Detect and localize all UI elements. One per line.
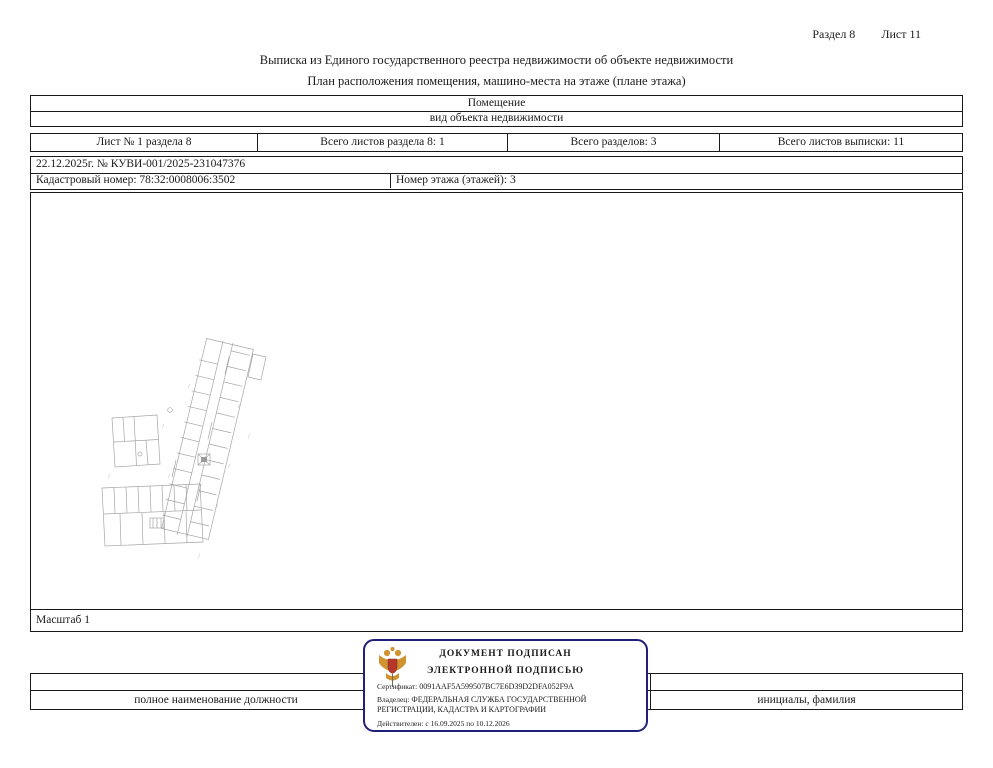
floor-number-cell: Номер этажа (этажей): 3 [390, 174, 962, 188]
sheet-info-table: Лист № 1 раздела 8 Всего листов раздела … [30, 133, 963, 152]
sheet-info-cell: Лист № 1 раздела 8 [31, 134, 257, 151]
certificate-label: Сертификат: [377, 682, 418, 691]
owner-value: ФЕДЕРАЛЬНАЯ СЛУЖБА ГОСУДАРСТВЕННОЙ РЕГИС… [377, 695, 587, 714]
certificate-value: 0091AAF5A599507BC7E6D39D2DFA052F9A [419, 682, 574, 691]
sheet-info-cell: Всего листов раздела 8: 1 [257, 134, 507, 151]
validity-row: Действителен: с 16.09.2025 по 10.12.2026 [377, 719, 638, 728]
sheet-info-cell-text: Всего разделов: 3 [570, 135, 657, 148]
stamp-title-line1: ДОКУМЕНТ ПОДПИСАН [439, 649, 572, 659]
owner-label: Владелец: [377, 695, 410, 704]
object-type-caption: вид объекта недвижимости [429, 111, 564, 124]
scale-label: Масштаб 1 [36, 613, 91, 626]
extract-date-row: 22.12.2025г. № КУВИ-001/2025-231047376 [31, 157, 962, 173]
extract-date-number: 22.12.2025г. № КУВИ-001/2025-231047376 [36, 158, 246, 171]
object-type-table: Помещение вид объекта недвижимости [30, 95, 963, 127]
floor-plan-box: Масштаб 1 [30, 192, 963, 632]
sheet-info-cell: Всего разделов: 3 [507, 134, 719, 151]
owner-row: Владелец: ФЕДЕРАЛЬНАЯ СЛУЖБА ГОСУДАРСТВЕ… [377, 695, 638, 715]
name-label-cell: инициалы, фамилия [650, 691, 962, 710]
certificate-row: Сертификат: 0091AAF5A599507BC7E6D39D2DFA… [377, 682, 638, 692]
name-signature-cell [650, 674, 962, 690]
cadastral-number-cell: Кадастровый номер: 78:32:0008006:3502 [31, 174, 390, 188]
signature-stamp: ДОКУМЕНТ ПОДПИСАН ЭЛЕКТРОННОЙ ПОДПИСЬЮ С… [363, 639, 648, 732]
position-label: полное наименование должности [134, 693, 298, 706]
object-type-row: Помещение [31, 96, 962, 111]
page-corner-labels: Раздел 8 Лист 11 [812, 27, 921, 42]
cadastral-row: Кадастровый номер: 78:32:0008006:3502 Но… [31, 173, 962, 188]
validity-value: с 16.09.2025 по 10.12.2026 [425, 719, 510, 728]
sheet-info-cell: Всего листов выписки: 11 [719, 134, 962, 151]
sheet-info-cell-text: Всего листов раздела 8: 1 [320, 135, 445, 148]
floor-number: Номер этажа (этажей): 3 [396, 174, 516, 187]
document-title: Выписка из Единого государственного реес… [259, 53, 734, 67]
cadastral-number: Кадастровый номер: 78:32:0008006:3502 [36, 174, 236, 187]
floor-plan-drawing [101, 338, 267, 559]
scale-row: Масштаб 1 [31, 609, 962, 631]
document-subtitle: План расположения помещения, машино-мест… [307, 74, 686, 88]
document-page: Раздел 8 Лист 11 Выписка из Единого госу… [0, 0, 993, 768]
validity-label: Действителен: [377, 719, 424, 728]
position-signature-cell [31, 674, 401, 690]
section-label: Раздел 8 [812, 27, 856, 41]
object-type-value: Помещение [467, 96, 526, 109]
sheet-info-cell-text: Лист № 1 раздела 8 [96, 135, 192, 148]
position-label-cell: полное наименование должности [31, 691, 401, 710]
object-type-caption-row: вид объекта недвижимости [31, 111, 962, 125]
details-table: 22.12.2025г. № КУВИ-001/2025-231047376 К… [30, 156, 963, 190]
sheet-info-cell-text: Всего листов выписки: 11 [777, 135, 905, 148]
sheet-label: Лист 11 [881, 27, 921, 41]
sheet-info-row: Лист № 1 раздела 8 Всего листов раздела … [31, 134, 962, 151]
name-label: инициалы, фамилия [757, 693, 856, 706]
stamp-title-line2: ЭЛЕКТРОННОЙ ПОДПИСЬЮ [426, 666, 584, 676]
